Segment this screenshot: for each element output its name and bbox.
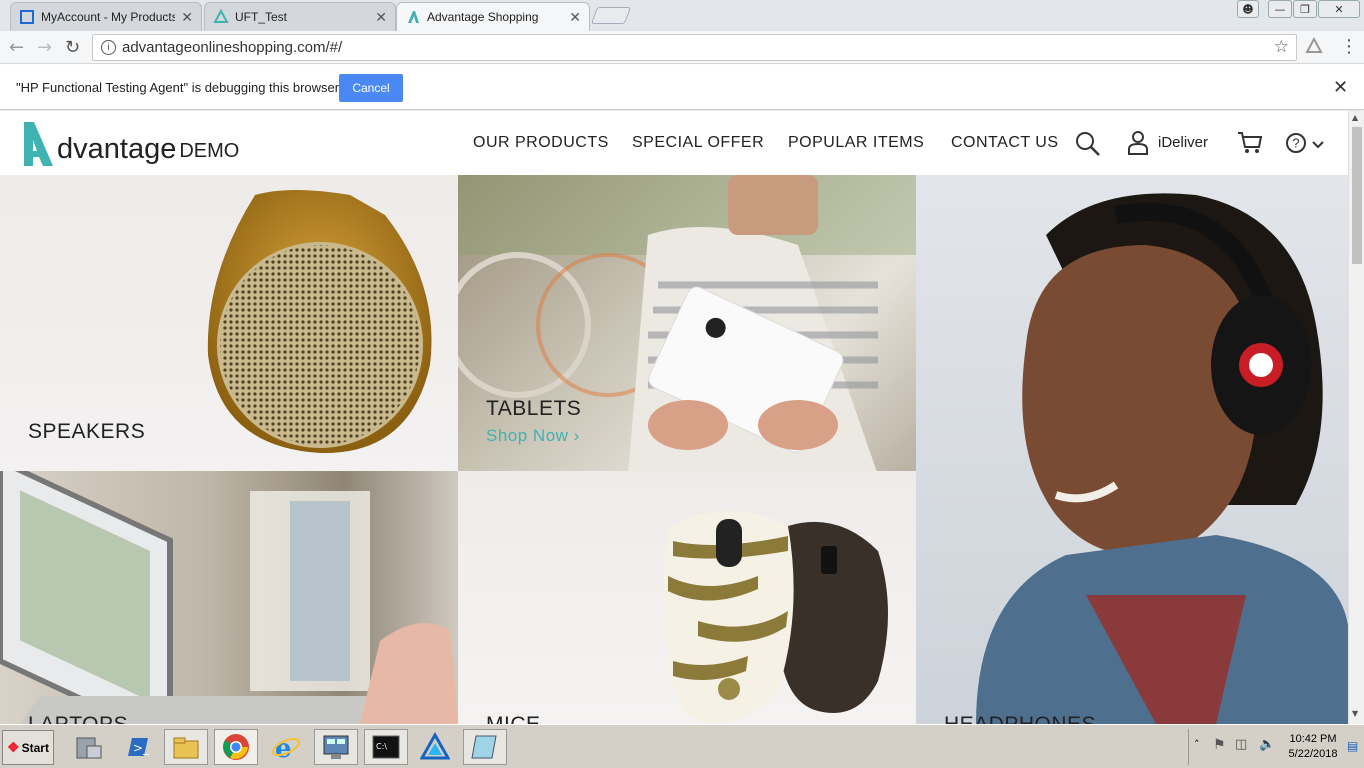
- reload-icon[interactable]: ↻: [65, 37, 80, 58]
- close-icon[interactable]: ✕: [375, 9, 387, 26]
- advantage-logo[interactable]: dvantage DEMO: [22, 120, 239, 166]
- start-button[interactable]: ❖ Start: [2, 730, 54, 765]
- nav-popular-items[interactable]: POPULAR ITEMS: [788, 134, 924, 152]
- close-window-button[interactable]: ✕: [1318, 0, 1360, 18]
- category-mice-label: MICE: [486, 713, 541, 724]
- clock-time: 10:42 PM: [1289, 733, 1337, 745]
- control-panel-icon[interactable]: [314, 729, 358, 765]
- file-explorer-icon[interactable]: [164, 729, 208, 765]
- nav-contact-us[interactable]: CONTACT US: [951, 134, 1059, 152]
- scroll-up-icon[interactable]: ▲: [1352, 113, 1358, 122]
- flag-icon[interactable]: ⚑: [1213, 737, 1226, 753]
- tab-label: UFT_Test: [235, 10, 288, 24]
- minimize-button[interactable]: —: [1268, 0, 1292, 18]
- page-scrollbar[interactable]: ▲ ▼: [1348, 111, 1364, 724]
- internet-explorer-icon[interactable]: e: [264, 729, 308, 765]
- svg-text:C:\: C:\: [376, 742, 387, 751]
- cart-icon[interactable]: [1237, 131, 1263, 159]
- tab-advantage-shopping[interactable]: Advantage Shopping ✕: [396, 2, 590, 31]
- category-laptops-label: LAPTOPS: [28, 713, 128, 724]
- forward-arrow-icon[interactable]: →: [37, 37, 52, 58]
- svg-text:?: ?: [1292, 136, 1299, 151]
- close-icon[interactable]: ✕: [181, 9, 193, 26]
- mice-image: [663, 511, 888, 724]
- tab-myaccount[interactable]: MyAccount - My Products ✕: [10, 2, 202, 31]
- nav-our-products[interactable]: OUR PRODUCTS: [473, 134, 609, 152]
- chevron-down-icon[interactable]: [1311, 136, 1325, 155]
- category-laptops[interactable]: LAPTOPS: [0, 471, 458, 724]
- menu-kebab-icon[interactable]: ⋮: [1340, 36, 1358, 57]
- help-icon[interactable]: ?: [1285, 132, 1307, 158]
- search-icon[interactable]: [1075, 131, 1101, 161]
- laptop-image: [0, 471, 458, 724]
- tab-label: Advantage Shopping: [427, 10, 539, 24]
- category-headphones[interactable]: HEADPHONES: [916, 175, 1348, 724]
- chrome-icon[interactable]: [214, 729, 258, 765]
- infobar-message: "HP Functional Testing Agent" is debuggi…: [16, 80, 340, 95]
- scrollbar-thumb[interactable]: [1352, 127, 1362, 264]
- triangle-icon: [213, 8, 229, 25]
- category-tablets[interactable]: TABLETS Shop Now ›: [458, 175, 916, 471]
- close-icon[interactable]: ✕: [1333, 77, 1348, 98]
- logo-demo: DEMO: [179, 140, 240, 162]
- category-speakers-label: SPEAKERS: [28, 420, 146, 443]
- notepad-icon[interactable]: [463, 729, 507, 765]
- svg-text:e: e: [275, 734, 292, 762]
- url-text: advantageonlineshopping.com/#/: [122, 39, 343, 56]
- headphones-image: [976, 193, 1348, 724]
- system-clock[interactable]: 10:42 PM 5/22/2018: [1283, 732, 1343, 762]
- tab-label: MyAccount - My Products: [41, 10, 176, 24]
- close-icon[interactable]: ✕: [569, 9, 581, 26]
- nav-special-offer[interactable]: SPECIAL OFFER: [632, 134, 764, 152]
- volume-muted-icon[interactable]: 🔈: [1259, 737, 1275, 752]
- svg-text:>_: >_: [133, 741, 150, 755]
- logo-word: dvantage: [57, 133, 177, 165]
- site-header: dvantage DEMO OUR PRODUCTS SPECIAL OFFER…: [0, 111, 1348, 175]
- user-icon[interactable]: [1127, 130, 1149, 160]
- browser-tab-strip: MyAccount - My Products ✕ UFT_Test ✕ Adv…: [0, 0, 1364, 31]
- new-tab-button[interactable]: [590, 7, 632, 24]
- restore-button[interactable]: ❐: [1293, 0, 1317, 18]
- category-headphones-label: HEADPHONES: [944, 713, 1096, 724]
- category-mice[interactable]: MICE: [458, 471, 916, 724]
- bookmark-star-icon[interactable]: ☆: [1274, 37, 1289, 57]
- category-tablets-label: TABLETS: [486, 397, 582, 420]
- powershell-icon[interactable]: >_: [115, 729, 159, 765]
- shop-now-link[interactable]: Shop Now ›: [486, 426, 580, 446]
- user-name[interactable]: iDeliver: [1158, 134, 1208, 151]
- page-icon: [19, 9, 35, 25]
- taskbar: ❖ Start >_ e C:\ ˄ ⚑ ◫ 🔈 ▤ 10:42 PM 5/22…: [0, 724, 1364, 768]
- start-label: Start: [21, 740, 49, 755]
- back-arrow-icon[interactable]: ←: [9, 37, 24, 58]
- show-hidden-icons-icon[interactable]: ˄: [1194, 738, 1200, 751]
- show-desktop-icon[interactable]: ▤: [1347, 739, 1358, 753]
- extension-icon[interactable]: [1305, 36, 1323, 59]
- command-prompt-icon[interactable]: C:\: [364, 729, 408, 765]
- network-icon[interactable]: ◫: [1235, 737, 1247, 752]
- uft-icon[interactable]: [413, 729, 457, 765]
- advantage-icon: [405, 9, 421, 25]
- address-bar[interactable]: i advantageonlineshopping.com/#/ ☆: [92, 34, 1297, 61]
- clock-date: 5/22/2018: [1288, 748, 1338, 760]
- server-manager-icon[interactable]: [66, 729, 110, 765]
- cancel-button[interactable]: Cancel: [339, 74, 403, 102]
- chevron-right-icon: ›: [573, 426, 580, 445]
- tab-uft-test[interactable]: UFT_Test ✕: [204, 2, 396, 31]
- browser-toolbar: ← → ↻ i advantageonlineshopping.com/#/ ☆…: [0, 31, 1364, 64]
- info-icon[interactable]: i: [101, 40, 116, 55]
- category-speakers[interactable]: SPEAKERS: [0, 175, 458, 471]
- profile-icon[interactable]: ☻: [1237, 0, 1259, 18]
- shop-now-label: Shop Now: [486, 426, 569, 445]
- logo-a-icon: [24, 122, 53, 166]
- scroll-down-icon[interactable]: ▼: [1352, 709, 1358, 718]
- debug-infobar: "HP Functional Testing Agent" is debuggi…: [0, 65, 1364, 110]
- windows-logo-icon: ❖: [7, 739, 20, 755]
